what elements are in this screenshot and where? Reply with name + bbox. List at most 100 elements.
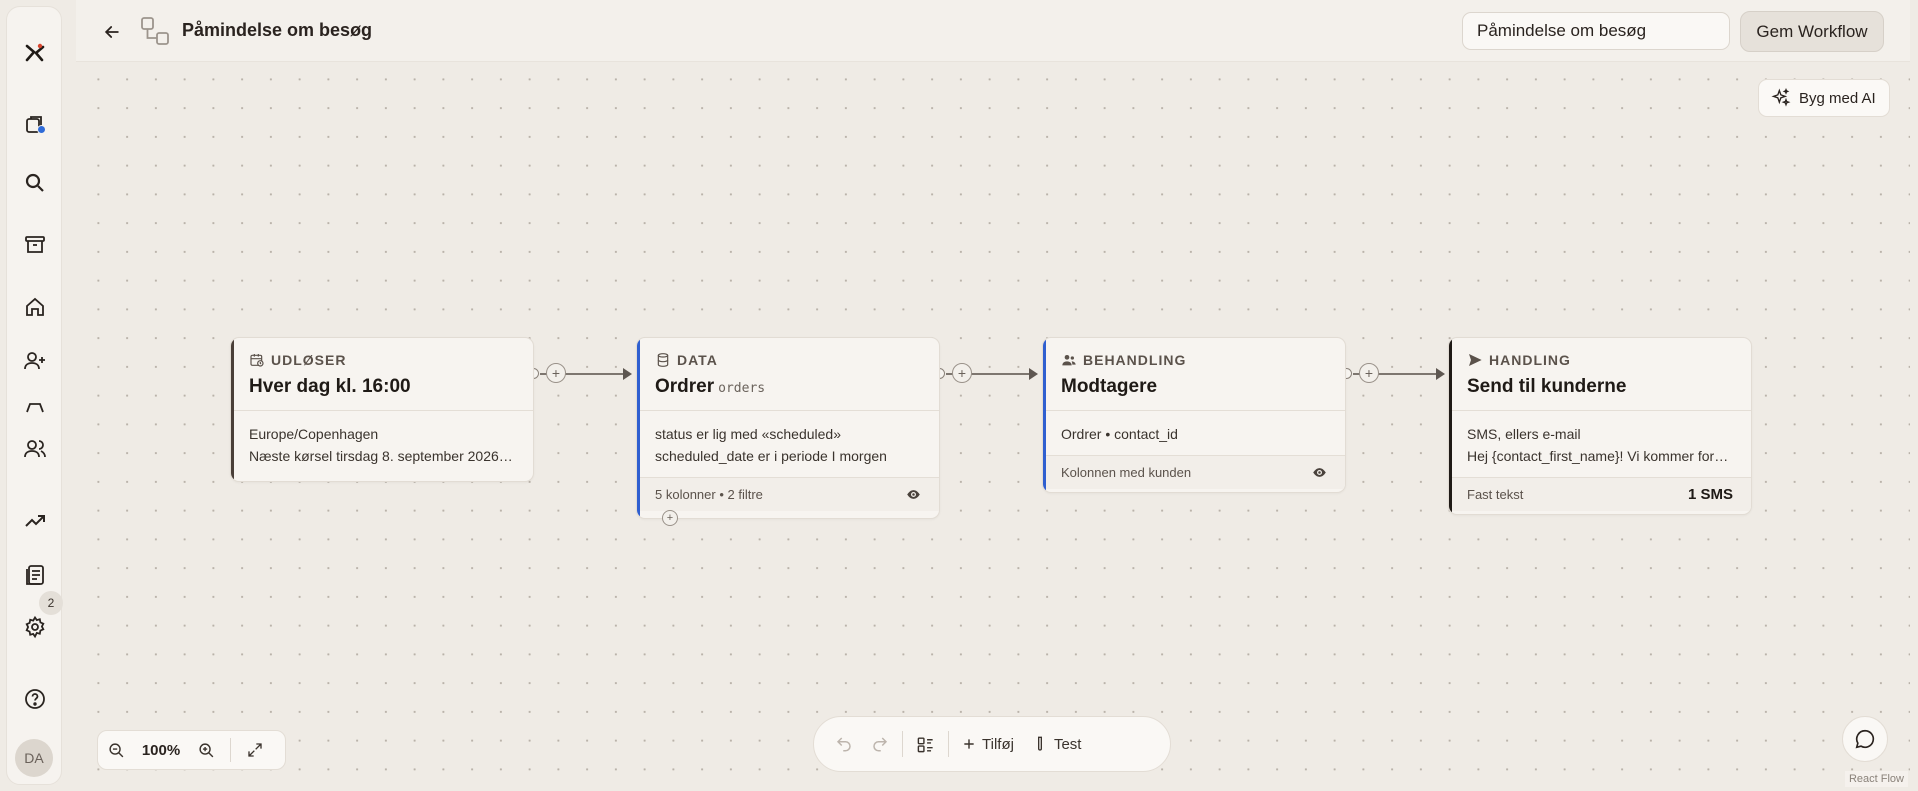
node-title: Send til kunderne — [1467, 376, 1627, 397]
page-title: Påmindelse om besøg — [182, 20, 373, 40]
divider — [230, 738, 231, 762]
node-footer: Fast tekst 1 SMS — [1449, 477, 1751, 511]
action-node[interactable]: HANDLING Send til kunderne SMS, ellers e… — [1448, 337, 1752, 515]
build-with-ai-button[interactable]: Byg med AI — [1758, 79, 1890, 117]
canvas-toolbar: Tilføj Test — [813, 716, 1171, 772]
add-branch-button[interactable]: + — [662, 510, 678, 526]
add-step-label: Tilføj — [982, 735, 1014, 753]
test-button[interactable]: Test — [1023, 724, 1091, 764]
calendar-clock-icon — [250, 354, 264, 367]
arrow-left-icon — [104, 26, 119, 38]
insert-step-button[interactable]: + — [1359, 363, 1379, 383]
home-icon[interactable] — [7, 287, 63, 327]
node-type-label: DATA — [677, 352, 718, 368]
zoom-level: 100% — [141, 741, 181, 759]
undo-icon — [836, 737, 851, 752]
node-line: Europe/Copenhagen — [249, 426, 379, 442]
divider — [902, 731, 903, 757]
test-label: Test — [1053, 735, 1082, 753]
undo-button[interactable] — [826, 724, 862, 764]
workflow-name-input[interactable] — [1462, 12, 1730, 50]
users-icon[interactable] — [7, 429, 63, 469]
node-body: status er lig med «scheduled» scheduled_… — [637, 411, 939, 477]
node-title: Ordrer orders — [655, 376, 921, 398]
zoom-out-button[interactable] — [98, 730, 134, 770]
insert-step-button[interactable]: + — [546, 363, 566, 383]
chat-button[interactable] — [1842, 716, 1888, 762]
node-footer-text: Kolonnen med kunden — [1061, 465, 1192, 480]
notification-dot — [37, 125, 46, 134]
fit-view-button[interactable] — [237, 730, 273, 770]
plus-icon — [964, 739, 974, 749]
zoom-in-button[interactable] — [188, 730, 224, 770]
node-line: Ordrer • contact_id — [1061, 426, 1178, 442]
trending-icon[interactable] — [7, 501, 63, 541]
edge-arrow — [1029, 368, 1038, 380]
database-icon — [657, 353, 669, 367]
node-line: Hej {contact_first_name}! Vi kommer forb… — [1467, 448, 1733, 464]
redo-button[interactable] — [862, 724, 898, 764]
node-accent-bar — [1043, 338, 1046, 492]
zoom-in-icon — [198, 742, 213, 757]
insert-step-button[interactable]: + — [952, 363, 972, 383]
trigger-node[interactable]: UDLØSER Hver dag kl. 16:00 Europe/Copenh… — [230, 337, 534, 482]
send-icon — [1469, 354, 1482, 366]
settings-badge: 2 — [39, 591, 63, 615]
node-type-label: HANDLING — [1489, 352, 1571, 368]
zoom-controls: 100% — [97, 730, 286, 770]
header: Påmindelse om besøg Gem Workflow — [76, 0, 1910, 62]
node-line: SMS, ellers e-mail — [1467, 426, 1581, 442]
divider — [948, 731, 949, 757]
save-workflow-button[interactable]: Gem Workflow — [1740, 11, 1884, 52]
node-body: Europe/Copenhagen Næste kørsel tirsdag 8… — [231, 411, 533, 477]
redo-icon — [873, 737, 888, 752]
sms-count: 1 SMS — [1687, 486, 1733, 503]
help-icon[interactable] — [7, 679, 63, 719]
add-step-button[interactable]: Tilføj — [953, 724, 1023, 764]
data-node[interactable]: DATA Ordrer orders status er lig med «sch… — [636, 337, 940, 519]
eye-icon[interactable] — [906, 487, 921, 502]
node-line: Næste kørsel tirsdag 8. september 2026 k… — [249, 448, 515, 464]
users-icon — [1062, 355, 1076, 366]
node-title-text: Ordrer — [655, 376, 715, 397]
search-icon[interactable] — [7, 163, 63, 203]
partial-icon — [7, 399, 63, 413]
build-with-ai-label: Byg med AI — [1799, 89, 1876, 107]
expand-icon — [248, 743, 262, 757]
add-user-icon[interactable] — [7, 341, 63, 381]
node-footer-text: Fast tekst — [1467, 487, 1524, 502]
filter-line: status er lig med «scheduled» — [655, 426, 841, 442]
back-button[interactable] — [98, 18, 126, 46]
node-footer-text: 5 kolonner • 2 filtre — [655, 487, 763, 502]
layout-button[interactable] — [907, 724, 944, 764]
processing-node[interactable]: BEHANDLING Modtagere Ordrer • contact_id… — [1042, 337, 1346, 493]
documents-icon[interactable] — [7, 555, 63, 595]
node-header: DATA Ordrer orders — [637, 338, 939, 411]
node-title: Hver dag kl. 16:00 — [249, 376, 411, 397]
sparkles-icon — [1771, 88, 1791, 107]
node-header: HANDLING Send til kunderne — [1449, 338, 1751, 411]
edge-arrow — [623, 368, 632, 380]
node-accent-bar — [1449, 338, 1452, 514]
node-accent-bar — [637, 338, 640, 518]
edge-arrow — [1436, 368, 1445, 380]
logo-icon[interactable] — [7, 33, 63, 73]
node-type-label: BEHANDLING — [1083, 352, 1187, 368]
eye-icon[interactable] — [1312, 465, 1327, 480]
node-header: BEHANDLING Modtagere — [1043, 338, 1345, 411]
table-code: orders — [718, 381, 766, 396]
node-header: UDLØSER Hver dag kl. 16:00 — [231, 338, 533, 411]
node-type-label: UDLØSER — [271, 352, 347, 368]
sidebar: 2 DA — [6, 6, 63, 785]
react-flow-attribution[interactable]: React Flow — [1844, 771, 1908, 787]
node-accent-bar — [231, 338, 234, 481]
node-footer: Kolonnen med kunden — [1043, 455, 1345, 489]
archive-icon[interactable] — [7, 225, 63, 265]
node-body: SMS, ellers e-mail Hej {contact_first_na… — [1449, 411, 1751, 477]
node-footer: 5 kolonner • 2 filtre — [637, 477, 939, 511]
chat-icon — [1855, 729, 1875, 749]
test-tube-icon — [1037, 736, 1042, 751]
avatar[interactable]: DA — [15, 739, 53, 777]
node-title: Modtagere — [1061, 376, 1158, 397]
apps-icon[interactable] — [7, 105, 63, 145]
